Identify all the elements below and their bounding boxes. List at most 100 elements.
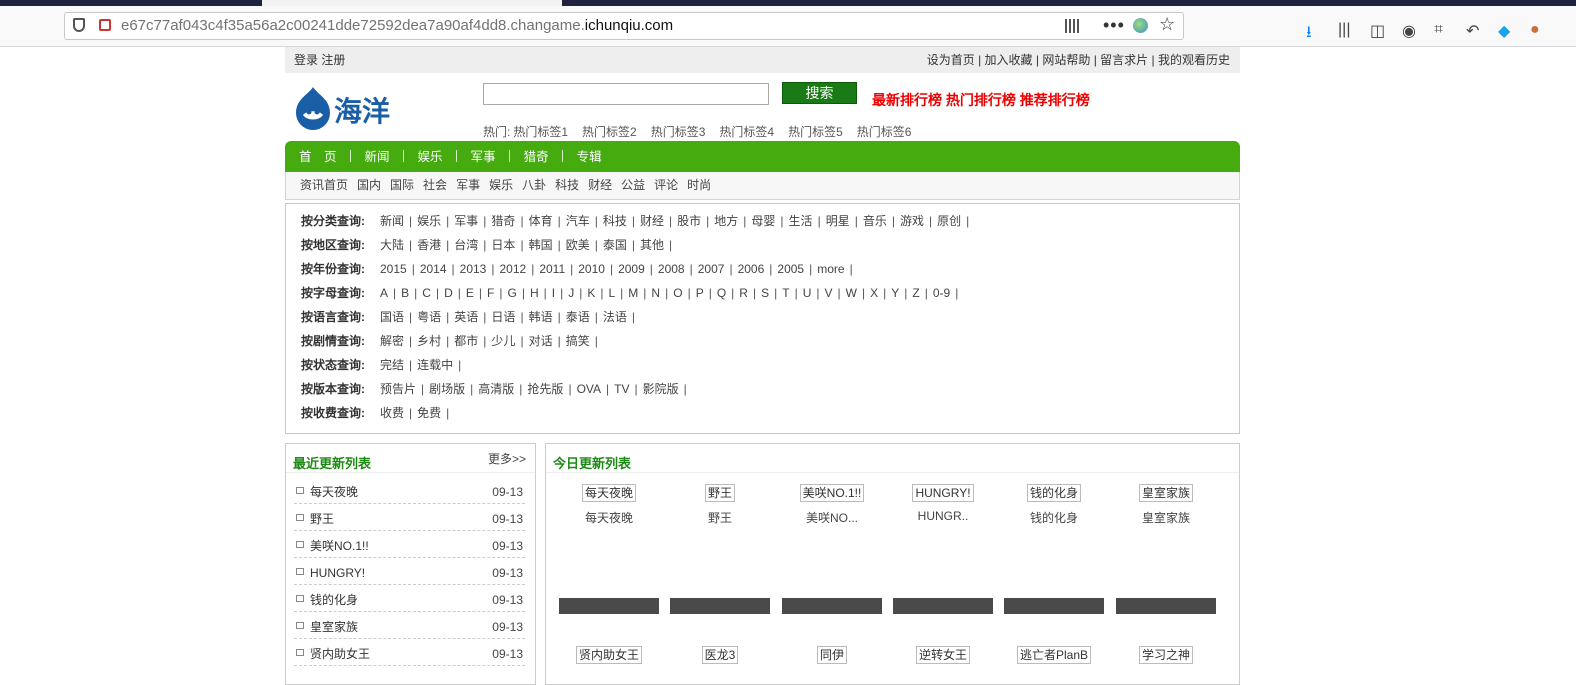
filter-option[interactable]: 香港 [417,238,441,252]
filter-option[interactable]: N [651,286,660,300]
filter-option[interactable]: 抢先版 [527,382,563,396]
video-thumb-label[interactable]: 医龙3 [701,646,739,664]
filter-option[interactable]: 影院版 [643,382,679,396]
site-logo[interactable]: 海洋 [294,85,404,131]
filter-option[interactable]: W [846,286,857,300]
video-thumb-label[interactable]: 每天夜晚 [581,484,636,502]
filter-option[interactable]: 2009 [618,262,645,276]
list-item-title[interactable]: 皇室家族 [310,612,358,642]
list-item[interactable]: 野王 09-13 [294,504,525,531]
video-thumb-label[interactable]: 野王 [704,484,735,502]
filter-option[interactable]: 2008 [658,262,685,276]
crop-icon[interactable]: ⌗ [1434,21,1443,39]
filter-option[interactable]: 军事 [454,214,478,228]
list-item-title[interactable]: 每天夜晚 [310,477,358,507]
filter-option[interactable]: 原创 [937,214,961,228]
filter-option[interactable]: 高清版 [478,382,514,396]
subnav-item[interactable]: 八卦 [522,178,546,192]
filter-option[interactable]: T [782,286,789,300]
filter-option[interactable]: 欧美 [566,238,590,252]
filter-option[interactable]: 少儿 [491,334,515,348]
subnav-item[interactable]: 公益 [621,178,645,192]
filter-option[interactable]: 体育 [529,214,553,228]
filter-option[interactable]: 台湾 [454,238,478,252]
bookmark-star-icon[interactable]: ☆ [1159,14,1175,35]
list-item-title[interactable]: 野王 [310,504,334,534]
nav-entertainment[interactable]: 娱乐 [404,141,457,174]
insecure-lock-icon[interactable] [99,19,111,31]
filter-option[interactable]: 2010 [578,262,605,276]
filter-option[interactable]: 明星 [826,214,850,228]
subnav-item[interactable]: 资讯首页 [300,178,348,192]
history-link[interactable]: 我的观看历史 [1158,53,1230,67]
filter-option[interactable]: U [803,286,812,300]
filter-option[interactable]: E [466,286,474,300]
search-input[interactable] [483,83,769,105]
qr-code-icon[interactable] [1065,19,1079,33]
video-card[interactable]: HUNGRY! HUNGR.. [893,484,993,523]
subnav-item[interactable]: 娱乐 [489,178,513,192]
filter-option[interactable]: 股市 [677,214,701,228]
nav-military[interactable]: 军事 [457,141,510,174]
address-bar[interactable]: e67c77af043c4f35a56a2c00241dde72592dea7a… [64,12,1184,40]
filter-option[interactable]: 粤语 [417,310,441,324]
list-item-title[interactable]: HUNGRY! [310,558,365,588]
list-item[interactable]: 皇室家族 09-13 [294,612,525,639]
library-icon[interactable]: ||| [1338,21,1350,39]
filter-option[interactable]: 科技 [603,214,627,228]
video-thumb-label[interactable]: 学习之神 [1138,646,1193,664]
video-title[interactable]: 每天夜晚 [559,509,659,526]
help-link[interactable]: 网站帮助 [1042,53,1090,67]
filter-option[interactable]: 解密 [380,334,404,348]
video-thumb-label[interactable]: 同伊 [816,646,847,664]
filter-option[interactable]: 免费 [417,406,441,420]
filter-option[interactable]: 2011 [539,262,565,276]
filter-option[interactable]: 新闻 [380,214,404,228]
video-title[interactable]: 美咲NO... [782,509,882,526]
video-card[interactable]: 逃亡者PlanB [1004,646,1104,664]
video-thumb-label[interactable]: 逆转女王 [915,646,970,664]
filter-option[interactable]: 汽车 [566,214,590,228]
filter-option[interactable]: Y [891,286,899,300]
filter-option[interactable]: 财经 [640,214,664,228]
filter-option[interactable]: P [696,286,704,300]
filter-option[interactable]: 连载中 [417,358,453,372]
filter-option[interactable]: 乡村 [417,334,441,348]
filter-option[interactable]: R [739,286,748,300]
list-item[interactable]: 美咲NO.1!! 09-13 [294,531,525,558]
filter-option[interactable]: Z [912,286,919,300]
video-card[interactable]: 钱的化身 钱的化身 [1004,484,1104,526]
hot-tag[interactable]: 热门标签4 [719,125,774,139]
cube-extension-icon[interactable]: ◆ [1498,21,1510,41]
video-card[interactable]: 逆转女王 [893,646,993,664]
filter-option[interactable]: 都市 [454,334,478,348]
filter-option[interactable]: 2005 [777,262,804,276]
filter-option[interactable]: 韩国 [529,238,553,252]
filter-option[interactable]: 日本 [491,238,515,252]
filter-option[interactable]: 收费 [380,406,404,420]
subnav-item[interactable]: 国际 [390,178,414,192]
request-link[interactable]: 留言求片 [1100,53,1148,67]
filter-option[interactable]: 其他 [640,238,664,252]
filter-option[interactable]: H [530,286,539,300]
url-text[interactable]: e67c77af043c4f35a56a2c00241dde72592dea7a… [121,17,673,34]
page-actions-icon[interactable]: ••• [1103,15,1125,36]
filter-option[interactable]: J [568,286,574,300]
video-card[interactable]: 医龙3 [670,646,770,664]
filter-option[interactable]: 大陆 [380,238,404,252]
list-item[interactable]: 每天夜晚 09-13 [294,477,525,504]
hot-rank-link[interactable]: 热门排行榜 [946,92,1016,108]
filter-option[interactable]: 地方 [714,214,738,228]
video-title[interactable]: HUNGR.. [893,509,993,523]
video-title[interactable]: 皇室家族 [1116,509,1216,526]
subnav-item[interactable]: 社会 [423,178,447,192]
subnav-item[interactable]: 军事 [456,178,480,192]
video-thumb-label[interactable]: HUNGRY! [912,484,974,502]
filter-option[interactable]: 母婴 [751,214,775,228]
hot-tag[interactable]: 热门标签6 [857,125,912,139]
video-title[interactable]: 野王 [670,509,770,526]
video-thumb-label[interactable]: 钱的化身 [1026,484,1081,502]
sidebar-icon[interactable]: ◫ [1370,21,1385,41]
filter-option[interactable]: B [401,286,409,300]
filter-option[interactable]: V [825,286,833,300]
